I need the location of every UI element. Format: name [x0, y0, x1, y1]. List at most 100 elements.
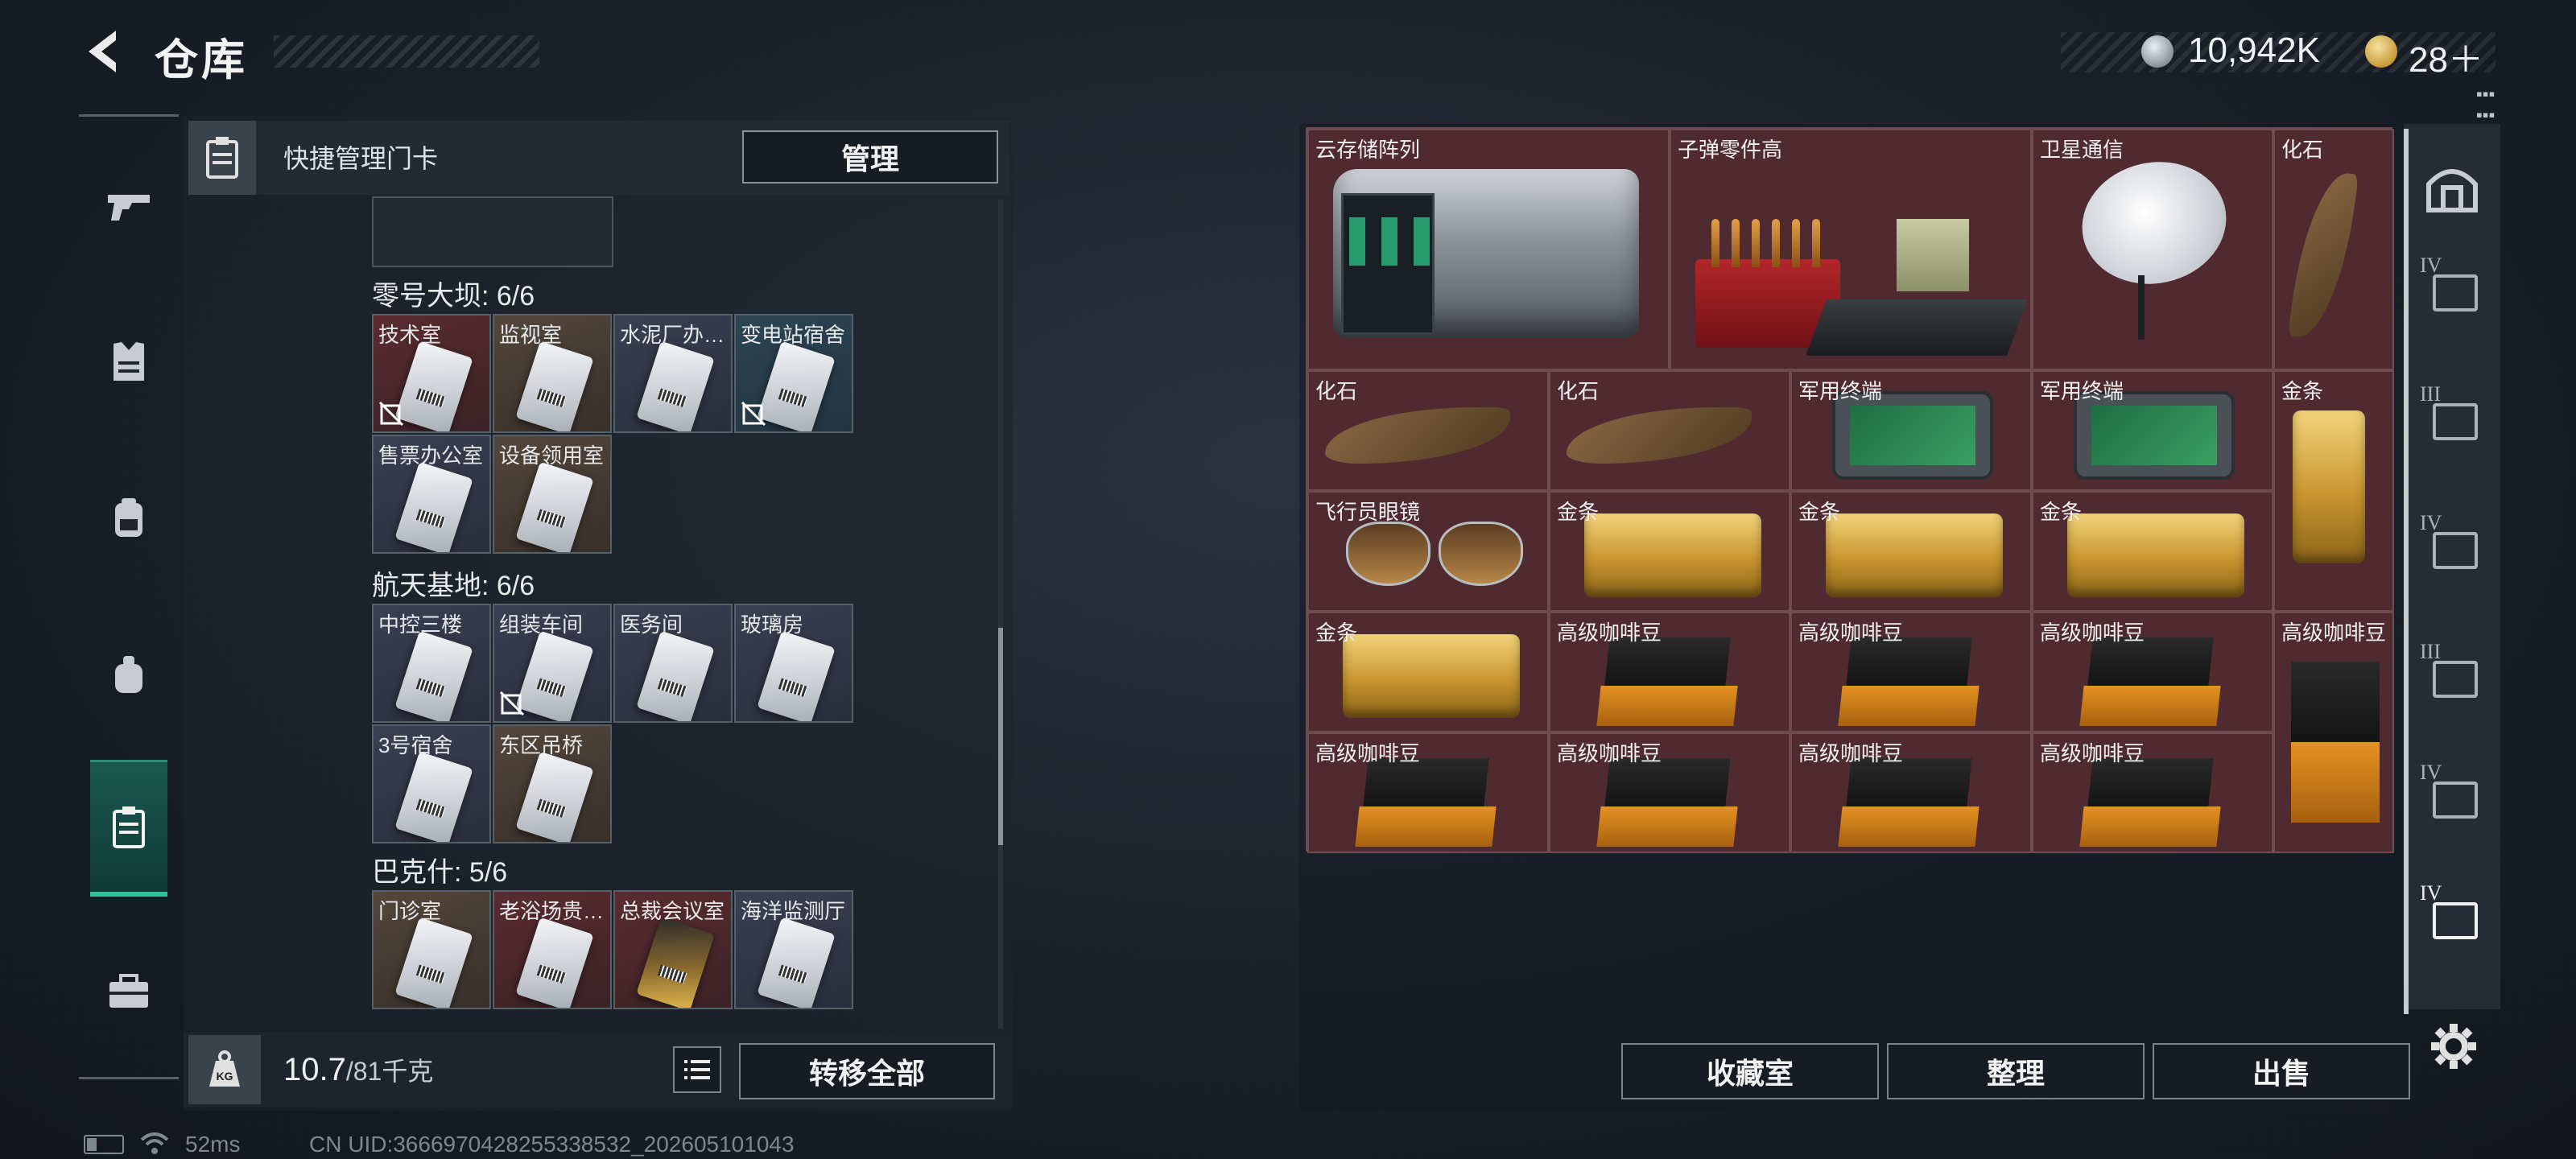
keycard-slot[interactable]: 医务间 [613, 604, 733, 723]
keycard-image [757, 340, 836, 431]
stash-item[interactable]: 子弹零件高 [1670, 129, 2032, 370]
keycard-slot[interactable]: 3号宿舍 [372, 724, 491, 843]
keycard-label: 东区吊桥 [499, 733, 584, 757]
toolbox-icon [109, 974, 148, 1008]
unlinked-icon [739, 399, 768, 428]
unlinked-icon [497, 689, 526, 718]
tab-stash-level[interactable]: IV [2412, 241, 2492, 330]
storage-icon [2433, 661, 2478, 698]
keycard-slot[interactable]: 售票办公室 [372, 435, 491, 554]
keycard-image [515, 461, 594, 552]
keycard-slot[interactable]: 设备领用室 [493, 435, 612, 554]
coffee-beans-image [2291, 662, 2380, 823]
stash-item[interactable]: 金条 [2032, 491, 2273, 612]
stash-item[interactable]: 飞行员眼镜 [1307, 491, 1549, 612]
collection-room-button[interactable]: 收藏室 [1621, 1043, 1879, 1099]
stash-item[interactable]: 高级咖啡豆 [1549, 732, 1790, 853]
stash-item[interactable]: 卫星通信 [2032, 129, 2273, 370]
tab-stash-level[interactable]: III [2412, 370, 2492, 459]
nav-armor[interactable] [90, 293, 167, 430]
uid-text: CN UID:3666970428255338532_202605101043 [309, 1132, 795, 1157]
keycard-image [636, 630, 715, 721]
sort-button[interactable]: 整理 [1887, 1043, 2145, 1099]
manage-button[interactable]: 管理 [742, 130, 998, 184]
gold-currency-value[interactable]: 28＋ [2409, 31, 2483, 82]
nav-backpack[interactable] [90, 449, 167, 586]
nav-pouch[interactable] [90, 605, 167, 742]
tab-stash-level[interactable]: III [2412, 628, 2492, 716]
gold-bar-image [2067, 514, 2244, 597]
weight-value: 10.7/81千克 [283, 1051, 433, 1088]
stash-item[interactable]: 化石 [2273, 129, 2394, 370]
storage-icon [2433, 902, 2478, 939]
item-label: 飞行员眼镜 [1315, 500, 1421, 524]
stash-item[interactable]: 军用终端 [1790, 370, 2032, 491]
wifi-icon [138, 1130, 171, 1159]
list-view-button[interactable] [673, 1046, 721, 1093]
more-dots-icon[interactable]: ▪▪▪ ▪▪▪ [2476, 84, 2495, 126]
keycard-slot[interactable]: 东区吊桥 [493, 724, 612, 843]
stash-item[interactable]: 高级咖啡豆 [2273, 612, 2394, 853]
gold-bar-image [1584, 514, 1761, 597]
keycard-label: 监视室 [499, 323, 563, 347]
stash-item[interactable]: 化石 [1307, 370, 1549, 491]
stash-item[interactable]: 高级咖啡豆 [2032, 732, 2273, 853]
item-label: 卫星通信 [2040, 138, 2124, 162]
stash-item[interactable]: 军用终端 [2032, 370, 2273, 491]
sell-button[interactable]: 出售 [2153, 1043, 2410, 1099]
tab-vault[interactable] [2412, 145, 2492, 233]
stash-item[interactable]: 金条 [1307, 612, 1549, 732]
keycard-image [515, 340, 594, 431]
keycard-slot[interactable]: 组装车间 [493, 604, 612, 723]
nav-weapons[interactable] [90, 137, 167, 274]
keycard-slot[interactable]: 老浴场贵宾室 [493, 890, 612, 1009]
keycard-slot[interactable]: 门诊室 [372, 890, 491, 1009]
tab-stash-level[interactable]: IV [2412, 749, 2492, 837]
settings-gear-icon[interactable] [2428, 1021, 2479, 1072]
keycard-label: 变电站宿舍 [741, 323, 846, 347]
stash-item[interactable]: 云存储阵列 [1307, 129, 1670, 370]
aviator-glasses-image [1338, 522, 1531, 594]
scrollbar-thumb[interactable] [998, 628, 1003, 845]
tab-scroll-indicator [2404, 129, 2409, 1014]
keycard-slot[interactable]: 监视室 [493, 314, 612, 433]
keycard-label: 水泥厂办公室 [620, 323, 731, 347]
item-label: 金条 [1315, 621, 1358, 645]
unlinked-icon [377, 399, 406, 428]
keycard-slot[interactable]: 海洋监测厅 [734, 890, 853, 1009]
keycard-slot[interactable]: 技术室 [372, 314, 491, 433]
keycard-slot[interactable]: 总裁会议室 [613, 890, 733, 1009]
stash-item[interactable]: 高级咖啡豆 [1307, 732, 1549, 853]
keycard-label: 中控三楼 [378, 612, 463, 637]
tab-stash-level[interactable]: IV [2412, 869, 2492, 958]
keycard-slot[interactable]: 水泥厂办公室 [613, 314, 733, 433]
stash-item[interactable]: 高级咖啡豆 [1549, 612, 1790, 732]
keycard-slot[interactable]: 变电站宿舍 [734, 314, 853, 433]
item-label: 化石 [1557, 379, 1600, 403]
stash-item[interactable]: 高级咖啡豆 [2032, 612, 2273, 732]
item-label: 高级咖啡豆 [1557, 741, 1662, 765]
keycard-label: 老浴场贵宾室 [499, 899, 610, 923]
keycard-image [394, 461, 473, 552]
tab-stash-level[interactable]: IV [2412, 499, 2492, 588]
stash-item[interactable]: 化石 [1549, 370, 1790, 491]
weight-max: /81千克 [345, 1057, 434, 1086]
coffee-beans-image [1596, 758, 1738, 847]
back-arrow-icon[interactable] [80, 27, 126, 76]
keycard-image [394, 340, 473, 431]
transfer-all-button[interactable]: 转移全部 [739, 1043, 995, 1099]
keycard-slot[interactable]: 玻璃房 [734, 604, 853, 723]
item-label: 化石 [2281, 138, 2324, 162]
keycard-slot[interactable]: 中控三楼 [372, 604, 491, 723]
stash-item[interactable]: 金条 [2273, 370, 2394, 612]
scrollbar-track[interactable] [998, 200, 1003, 1029]
group-title: 航天基地: 6/6 [372, 571, 535, 601]
stash-item[interactable]: 高级咖啡豆 [1790, 612, 2032, 732]
fossil-claw-image [1567, 407, 1752, 464]
stash-item[interactable]: 金条 [1790, 491, 2032, 612]
nav-keycards[interactable] [90, 760, 167, 897]
nav-toolbox[interactable] [90, 922, 167, 1059]
stash-item[interactable]: 高级咖啡豆 [1790, 732, 2032, 853]
storage-icon [2433, 403, 2478, 440]
stash-item[interactable]: 金条 [1549, 491, 1790, 612]
